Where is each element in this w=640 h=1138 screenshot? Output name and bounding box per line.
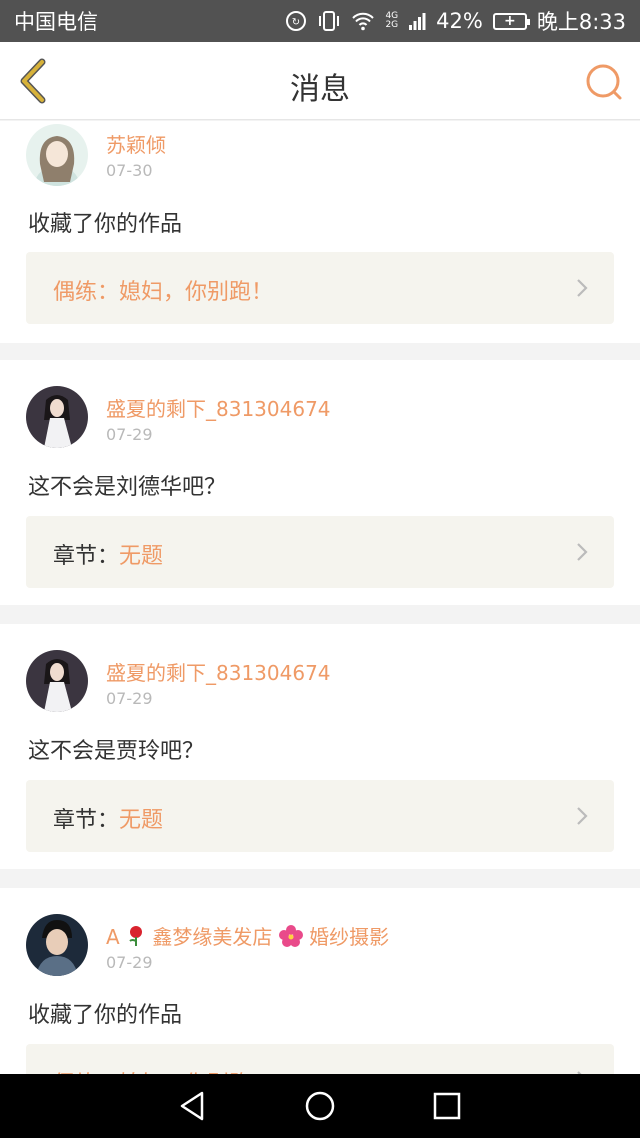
search-icon — [586, 64, 622, 100]
chevron-right-icon — [577, 807, 588, 825]
reference-prefix: 章节： — [53, 544, 120, 569]
reference-prefix: 章节： — [53, 808, 120, 833]
network-type-icon: 4G 2G — [385, 11, 399, 30]
reference-title: 无题 — [119, 808, 164, 833]
status-bar: 中国电信 ↻ 4G 2G 42% + 晚上8:33 — [0, 0, 640, 42]
chevron-right-icon — [577, 279, 588, 297]
message-text: 收藏了你的作品 — [28, 212, 183, 237]
username[interactable]: 盛夏的剩下_831304674 — [106, 393, 331, 422]
nav-recents-button[interactable] — [429, 1088, 465, 1124]
avatar[interactable] — [26, 914, 88, 976]
circle-home-icon — [305, 1091, 335, 1121]
chevron-right-icon — [577, 543, 588, 561]
nav-home-button[interactable] — [302, 1088, 338, 1124]
battery-percent: 42% — [436, 9, 483, 33]
message-date: 07-29 — [106, 953, 153, 972]
avatar[interactable] — [26, 386, 88, 448]
message-list[interactable]: 苏颖倾 07-30 收藏了你的作品 偶练：媳妇，你别跑！ 盛夏的剩下_83130… — [0, 121, 640, 1074]
message-text: 这不会是贾玲吧？ — [28, 739, 205, 764]
reference-title: 偶练：媳妇，你别跑！ — [53, 1066, 273, 1074]
svg-text:↻: ↻ — [292, 17, 300, 28]
reference-link[interactable]: 偶练：媳妇，你别跑！ — [26, 1044, 614, 1074]
rose-icon — [126, 925, 146, 952]
message-date: 07-29 — [106, 689, 153, 708]
message-card: 苏颖倾 07-30 收藏了你的作品 偶练：媳妇，你别跑！ — [0, 121, 640, 343]
status-icons: ↻ 4G 2G 42% + 晚上8:33 — [285, 6, 626, 36]
signal-icon — [408, 11, 426, 31]
message-card: 盛夏的剩下_831304674 07-29 这不会是贾玲吧？ 章节：无题 — [0, 624, 640, 869]
avatar[interactable] — [26, 650, 88, 712]
message-card: A 鑫梦缘美发店 婚纱摄影 07-29 收藏了你的作品 偶练：媳妇，你别跑！ — [0, 888, 640, 1074]
message-card: 盛夏的剩下_831304674 07-29 这不会是刘德华吧？ 章节：无题 — [0, 360, 640, 605]
app-header: 消息 — [0, 42, 640, 120]
username[interactable]: 苏颖倾 — [106, 129, 166, 158]
reference-title: 偶练：媳妇，你别跑！ — [53, 280, 274, 305]
search-button[interactable] — [584, 62, 624, 102]
reference-link[interactable]: 章节：无题 — [26, 516, 614, 588]
message-text: 这不会是刘德华吧？ — [28, 475, 227, 500]
avatar[interactable] — [26, 124, 88, 186]
square-recents-icon — [433, 1092, 460, 1120]
message-date: 07-30 — [106, 161, 153, 180]
battery-charging-icon: + — [492, 12, 530, 30]
vibrate-icon — [317, 10, 341, 32]
message-date: 07-29 — [106, 425, 153, 444]
username[interactable]: 盛夏的剩下_831304674 — [106, 657, 331, 686]
clock: 晚上8:33 — [536, 10, 626, 34]
hd-call-icon: ↻ — [285, 10, 307, 32]
carrier-label: 中国电信 — [14, 10, 98, 34]
page-title: 消息 — [290, 72, 350, 107]
triangle-back-icon — [181, 1091, 204, 1121]
hibiscus-icon — [278, 925, 303, 952]
reference-link[interactable]: 偶练：媳妇，你别跑！ — [26, 252, 614, 324]
reference-title: 无题 — [119, 544, 164, 569]
message-text: 收藏了你的作品 — [28, 1003, 183, 1028]
system-nav-bar — [0, 1074, 640, 1138]
wifi-icon — [351, 11, 375, 31]
nav-back-button[interactable] — [175, 1088, 211, 1124]
reference-link[interactable]: 章节：无题 — [26, 780, 614, 852]
username[interactable]: A 鑫梦缘美发店 婚纱摄影 — [106, 921, 389, 952]
app-root: 中国电信 ↻ 4G 2G 42% + 晚上8:33 消息 苏颖倾 07-30 收… — [0, 0, 640, 1138]
